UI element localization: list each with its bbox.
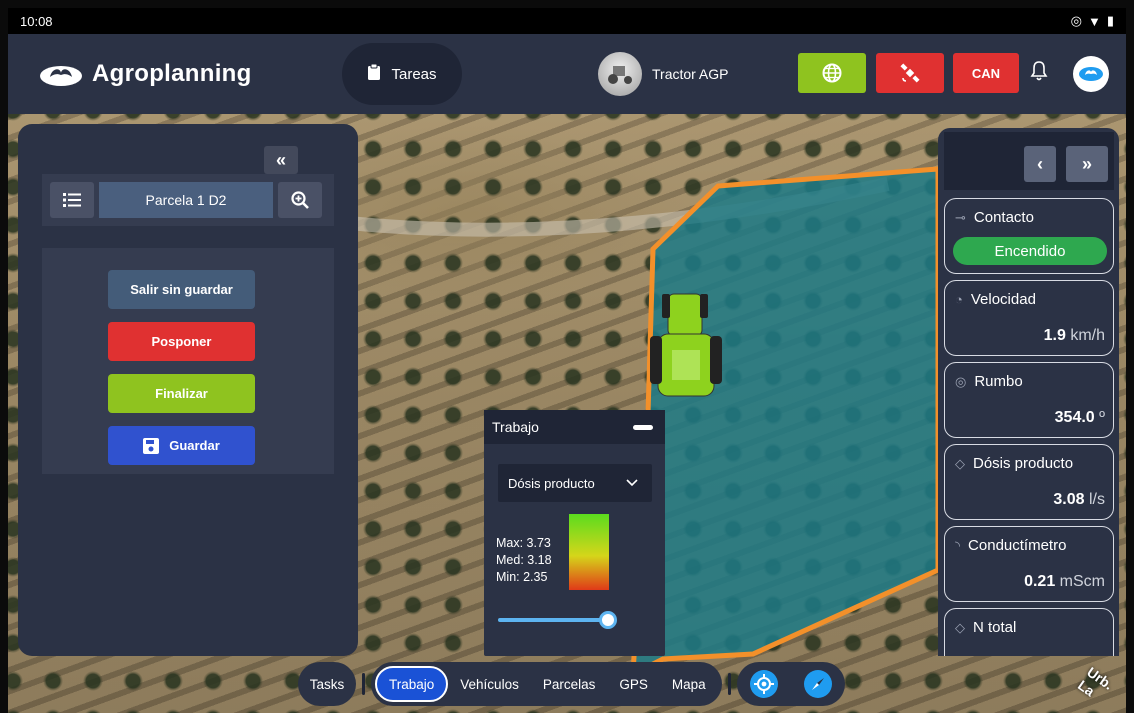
previous-button[interactable]: ‹ — [1024, 146, 1056, 182]
dose-legend: Max: 3.73 Med: 3.18 Min: 2.35 — [496, 535, 552, 586]
clipboard-icon — [367, 63, 381, 85]
recenter-crosshair-icon[interactable] — [749, 670, 778, 698]
leaf-cloud-icon — [40, 66, 82, 86]
chevron-left-icon: ‹ — [1037, 153, 1043, 174]
compass-navigation-icon[interactable] — [803, 670, 832, 698]
vehicle-selector[interactable]: Tractor AGP — [598, 52, 729, 96]
tasks-button[interactable]: Tasks — [298, 662, 356, 706]
map-tools — [736, 662, 845, 706]
work-layer-panel: Trabajo Dósis producto Max: 3.73 Med: 3.… — [484, 410, 665, 656]
layer-select-value: Dósis producto — [508, 475, 595, 491]
nav-divider — [362, 673, 365, 695]
drop-icon: ◇ — [955, 619, 965, 635]
heading-value: 354.0 º — [1054, 409, 1105, 426]
location-icon: ◎ — [1070, 13, 1082, 28]
card-title: Dósis producto — [973, 455, 1074, 472]
work-panel-header: Trabajo — [484, 410, 665, 444]
can-label: CAN — [971, 65, 1001, 81]
globe-icon — [822, 63, 842, 83]
minimize-icon[interactable] — [633, 424, 653, 430]
tab-mapa[interactable]: Mapa — [660, 666, 718, 702]
ignition-status-badge: Encendido — [953, 237, 1107, 265]
view-tabs: Trabajo Vehículos Parcelas GPS Mapa — [371, 662, 722, 706]
card-velocidad: ◔ Velocidad 1.9 km/h — [944, 280, 1114, 356]
parcel-list-button[interactable] — [50, 182, 94, 218]
user-avatar[interactable] — [1073, 56, 1109, 92]
zoom-to-parcel-button[interactable] — [278, 182, 322, 218]
card-dosis-producto: ◇ Dósis producto 3.08 l/s — [944, 444, 1114, 520]
zoom-in-icon — [291, 191, 309, 209]
brand-name: Agroplanning — [92, 60, 252, 87]
can-bus-button[interactable]: CAN — [953, 53, 1019, 93]
card-title: Conductímetro — [968, 537, 1067, 554]
card-title: Rumbo — [974, 373, 1023, 390]
tab-gps[interactable]: GPS — [607, 666, 660, 702]
compass-icon: ◎ — [955, 373, 967, 389]
card-title: Velocidad — [970, 291, 1036, 308]
parcel-name[interactable]: Parcela 1 D2 — [99, 182, 273, 218]
tractor-avatar — [598, 52, 642, 96]
opacity-slider-handle[interactable] — [599, 611, 617, 629]
conductivity-value: 0.21 mScm — [1024, 573, 1105, 590]
nav-divider — [727, 673, 731, 695]
parcel-selector: Parcela 1 D2 — [42, 174, 334, 226]
connectivity-button[interactable] — [798, 53, 866, 93]
list-icon — [63, 193, 81, 207]
drop-icon: ◇ — [955, 455, 965, 471]
task-actions: Salir sin guardar Posponer Finalizar Gua… — [42, 248, 334, 474]
card-contacto: ⊸ Contacto Encendido — [944, 198, 1114, 274]
double-chevron-right-icon: » — [1081, 153, 1092, 174]
postpone-button[interactable]: Posponer — [108, 322, 255, 361]
finish-button[interactable]: Finalizar — [108, 374, 255, 413]
card-conductimetro: ◝ Conductímetro 0.21 mScm — [944, 526, 1114, 602]
vehicle-name: Tractor AGP — [652, 66, 729, 82]
opacity-slider-track[interactable] — [498, 618, 608, 622]
floppy-disk-icon — [143, 437, 160, 454]
battery-icon: ▮ — [1106, 13, 1114, 28]
card-n-total: ◇ N total — [944, 608, 1114, 656]
satellite-icon — [900, 63, 920, 83]
save-label: Guardar — [169, 438, 220, 453]
system-status-bar: 10:08 ◎ ▼ ▮ — [8, 8, 1126, 34]
tab-tareas-label: Tareas — [391, 65, 437, 83]
card-title: Contacto — [973, 209, 1034, 226]
legend-max: Max: 3.73 — [496, 536, 551, 550]
task-panel: « Parcela 1 D2 Salir sin guardar Pospone… — [18, 124, 358, 656]
collapse-panel-button[interactable]: « — [264, 146, 298, 174]
tractor-icon — [608, 66, 632, 84]
status-icons: ◎ ▼ ▮ — [1071, 13, 1114, 29]
tab-trabajo[interactable]: Trabajo — [375, 666, 449, 702]
key-icon: ⊸ — [955, 209, 966, 225]
legend-med: Med: 3.18 — [496, 553, 552, 567]
chevron-down-icon — [626, 479, 638, 487]
clock: 10:08 — [20, 13, 53, 29]
notifications-bell-icon[interactable] — [1030, 60, 1048, 87]
dose-color-scale — [569, 514, 609, 590]
telemetry-panel: ‹ » ⊸ Contacto Encendido ◔ Velocidad 1.9 k… — [938, 128, 1119, 656]
speedometer-icon: ◔ — [955, 292, 963, 307]
speed-value: 1.9 km/h — [1043, 327, 1105, 344]
telemetry-nav: ‹ » — [944, 132, 1114, 190]
legend-min: Min: 2.35 — [496, 570, 548, 584]
brand-logo: Agroplanning — [38, 60, 252, 88]
tab-parcelas[interactable]: Parcelas — [531, 666, 608, 702]
exit-without-saving-button[interactable]: Salir sin guardar — [108, 270, 255, 309]
card-title: N total — [973, 619, 1017, 636]
bottom-navigation: Tasks Trabajo Vehículos Parcelas GPS Map… — [298, 662, 845, 706]
wifi-icon: ▼ — [1087, 13, 1101, 29]
layer-select[interactable]: Dósis producto — [498, 464, 652, 502]
dose-value: 3.08 l/s — [1053, 491, 1105, 508]
tab-vehiculos[interactable]: Vehículos — [448, 666, 531, 702]
card-rumbo: ◎ Rumbo 354.0 º — [944, 362, 1114, 438]
signal-icon: ◝ — [955, 537, 961, 553]
expand-panel-button[interactable]: » — [1066, 146, 1108, 182]
work-panel-title: Trabajo — [492, 419, 539, 435]
double-chevron-left-icon: « — [275, 149, 286, 170]
tab-tareas[interactable]: Tareas — [342, 43, 462, 105]
app-header: Agroplanning Tareas Tractor AGP CAN — [8, 34, 1126, 114]
gps-satellite-button[interactable] — [876, 53, 944, 93]
save-button[interactable]: Guardar — [108, 426, 255, 465]
agroplanning-logo-icon — [1079, 67, 1103, 81]
